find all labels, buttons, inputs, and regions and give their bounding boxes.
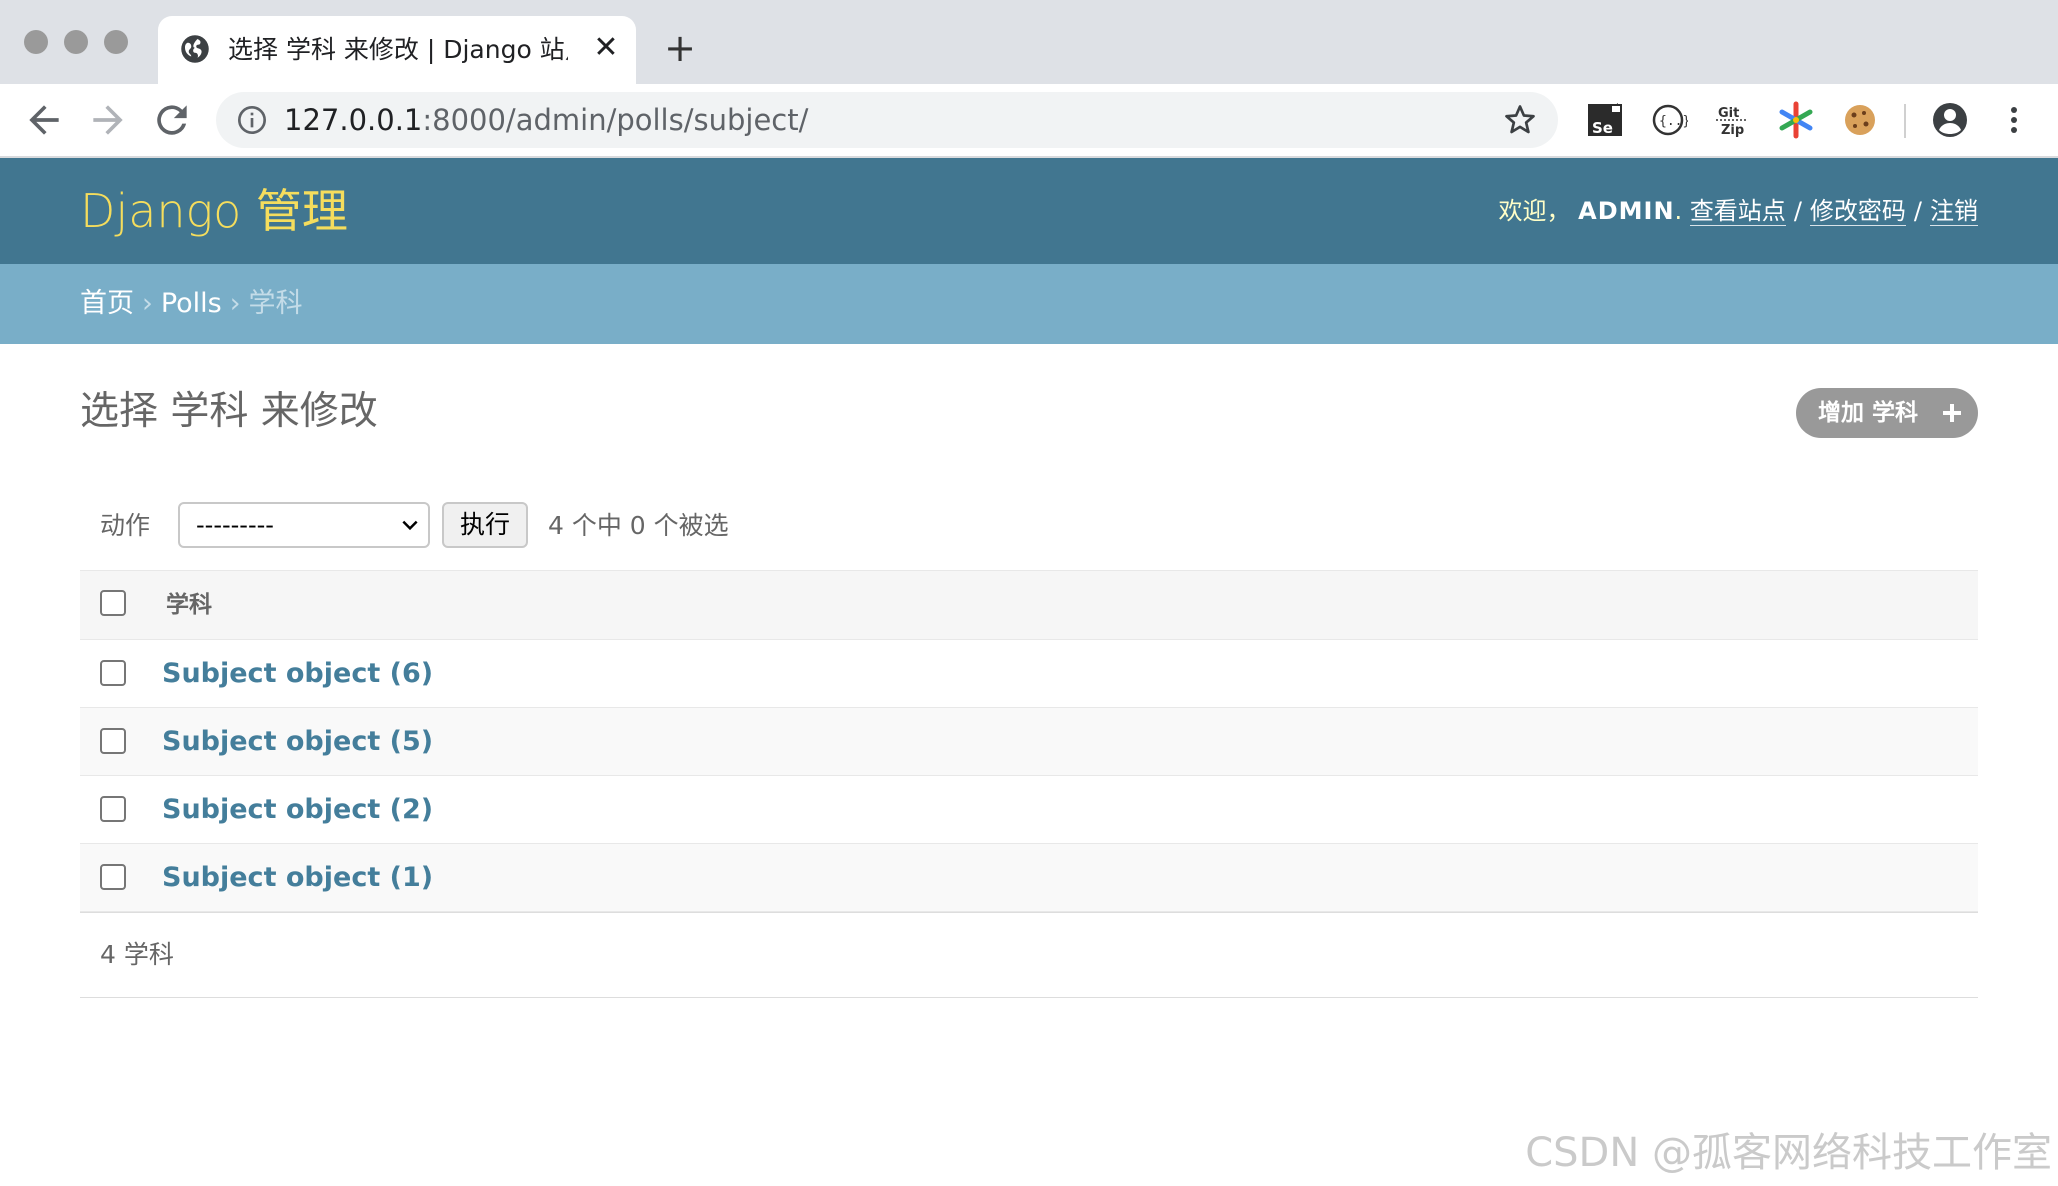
change-password-link[interactable]: 修改密码 xyxy=(1809,197,1906,226)
username-period: . xyxy=(1674,197,1690,225)
breadcrumb: 首页 › Polls › 学科 xyxy=(0,264,2058,344)
site-brand[interactable]: Django 管理 xyxy=(80,158,348,264)
view-site-link[interactable]: 查看站点 xyxy=(1689,197,1786,226)
separator-slash: / xyxy=(1793,197,1802,225)
json-formatter-icon[interactable]: {..} xyxy=(1648,100,1688,140)
welcome-text: 欢迎， xyxy=(1498,197,1571,225)
reload-icon[interactable] xyxy=(150,98,194,142)
url-text[interactable]: 127.0.0.1:8000/admin/polls/subject/ xyxy=(284,92,808,148)
globe-icon xyxy=(181,35,209,63)
watermark: CSDN @孤客网络科技工作室 xyxy=(1525,1130,2052,1176)
row-link[interactable]: Subject object (2) xyxy=(162,776,433,843)
svg-text:Zip: Zip xyxy=(1721,123,1744,138)
browser-toolbar: 127.0.0.1:8000/admin/polls/subject/ Se {… xyxy=(0,84,2058,158)
svg-text:Se: Se xyxy=(1592,119,1613,137)
browser-tab[interactable]: 选择 学科 来修改 | Django 站点管理 ✕ xyxy=(158,16,636,84)
row-link[interactable]: Subject object (6) xyxy=(162,640,433,707)
row-checkbox[interactable] xyxy=(100,660,126,686)
tab-extension-icon[interactable] xyxy=(1776,100,1816,140)
action-label: 动作 xyxy=(100,511,151,540)
browser-menu-icon[interactable] xyxy=(1994,100,2034,140)
new-tab-button[interactable]: + xyxy=(660,28,700,68)
forward-arrow-icon[interactable] xyxy=(86,98,130,142)
add-subject-button[interactable]: 增加 学科 xyxy=(1796,388,1978,438)
paginator: 4 学科 xyxy=(80,912,1978,998)
window-maximize-dot[interactable] xyxy=(104,30,128,54)
breadcrumb-separator: › xyxy=(142,288,153,319)
table-row: Subject object (1) xyxy=(80,844,1978,912)
selenium-ide-icon[interactable]: Se xyxy=(1586,100,1626,140)
action-select[interactable]: --------- xyxy=(178,502,430,548)
tab-close-icon[interactable]: ✕ xyxy=(588,30,624,66)
gitzip-icon[interactable]: Git Zip xyxy=(1712,100,1752,140)
breadcrumb-separator: › xyxy=(229,288,241,319)
plus-icon xyxy=(1943,404,1961,422)
column-header-subject[interactable]: 学科 xyxy=(166,571,212,639)
table-row: Subject object (6) xyxy=(80,640,1978,708)
breadcrumb-home[interactable]: 首页 xyxy=(80,288,134,319)
selection-counter: 4 个中 0 个被选 xyxy=(548,511,729,540)
address-bar[interactable]: 127.0.0.1:8000/admin/polls/subject/ xyxy=(216,92,1558,148)
table-header-row: 学科 xyxy=(80,570,1978,640)
table-row: Subject object (2) xyxy=(80,776,1978,844)
cookie-icon[interactable] xyxy=(1840,100,1880,140)
action-select-value: --------- xyxy=(196,511,274,539)
admin-header: Django 管理 欢迎， ADMIN. 查看站点 / 修改密码 / 注销 xyxy=(0,158,2058,264)
result-count: 4 学科 xyxy=(100,940,174,969)
svg-text:Git: Git xyxy=(1718,106,1739,121)
browser-tab-bar: 选择 学科 来修改 | Django 站点管理 ✕ + xyxy=(0,0,2058,84)
table-row: Subject object (5) xyxy=(80,708,1978,776)
add-button-label: 增加 学科 xyxy=(1818,400,1919,426)
chevron-down-icon xyxy=(402,520,418,531)
url-host: 127.0.0.1 xyxy=(284,103,423,137)
site-info-icon[interactable] xyxy=(236,104,268,136)
page-title: 选择 学科 来修改 xyxy=(80,389,378,434)
window-minimize-dot[interactable] xyxy=(64,30,88,54)
select-all-checkbox[interactable] xyxy=(100,590,126,616)
url-path: :8000/admin/polls/subject/ xyxy=(422,103,809,137)
toolbar-separator xyxy=(1904,104,1906,138)
row-link[interactable]: Subject object (1) xyxy=(162,844,433,911)
breadcrumb-app[interactable]: Polls xyxy=(161,288,222,319)
profile-avatar-icon[interactable] xyxy=(1930,100,1970,140)
user-tools: 欢迎， ADMIN. 查看站点 / 修改密码 / 注销 xyxy=(1498,158,1978,264)
svg-text:{..}: {..} xyxy=(1659,114,1688,129)
row-checkbox[interactable] xyxy=(100,864,126,890)
breadcrumb-current: 学科 xyxy=(248,288,303,319)
bookmark-star-icon[interactable] xyxy=(1502,102,1538,138)
row-checkbox[interactable] xyxy=(100,796,126,822)
logout-link[interactable]: 注销 xyxy=(1930,197,1978,226)
username: ADMIN xyxy=(1578,197,1675,225)
go-button[interactable]: 执行 xyxy=(442,502,528,548)
actions-bar: 动作 --------- 执行 4 个中 0 个被选 xyxy=(80,498,1978,554)
tab-title: 选择 学科 来修改 | Django 站点管理 xyxy=(228,35,568,64)
window-close-dot[interactable] xyxy=(24,30,48,54)
row-link[interactable]: Subject object (5) xyxy=(162,708,433,775)
back-arrow-icon[interactable] xyxy=(22,98,66,142)
row-checkbox[interactable] xyxy=(100,728,126,754)
result-list: 学科 Subject object (6) Subject object (5)… xyxy=(80,570,1978,912)
separator-slash: / xyxy=(1913,197,1922,225)
